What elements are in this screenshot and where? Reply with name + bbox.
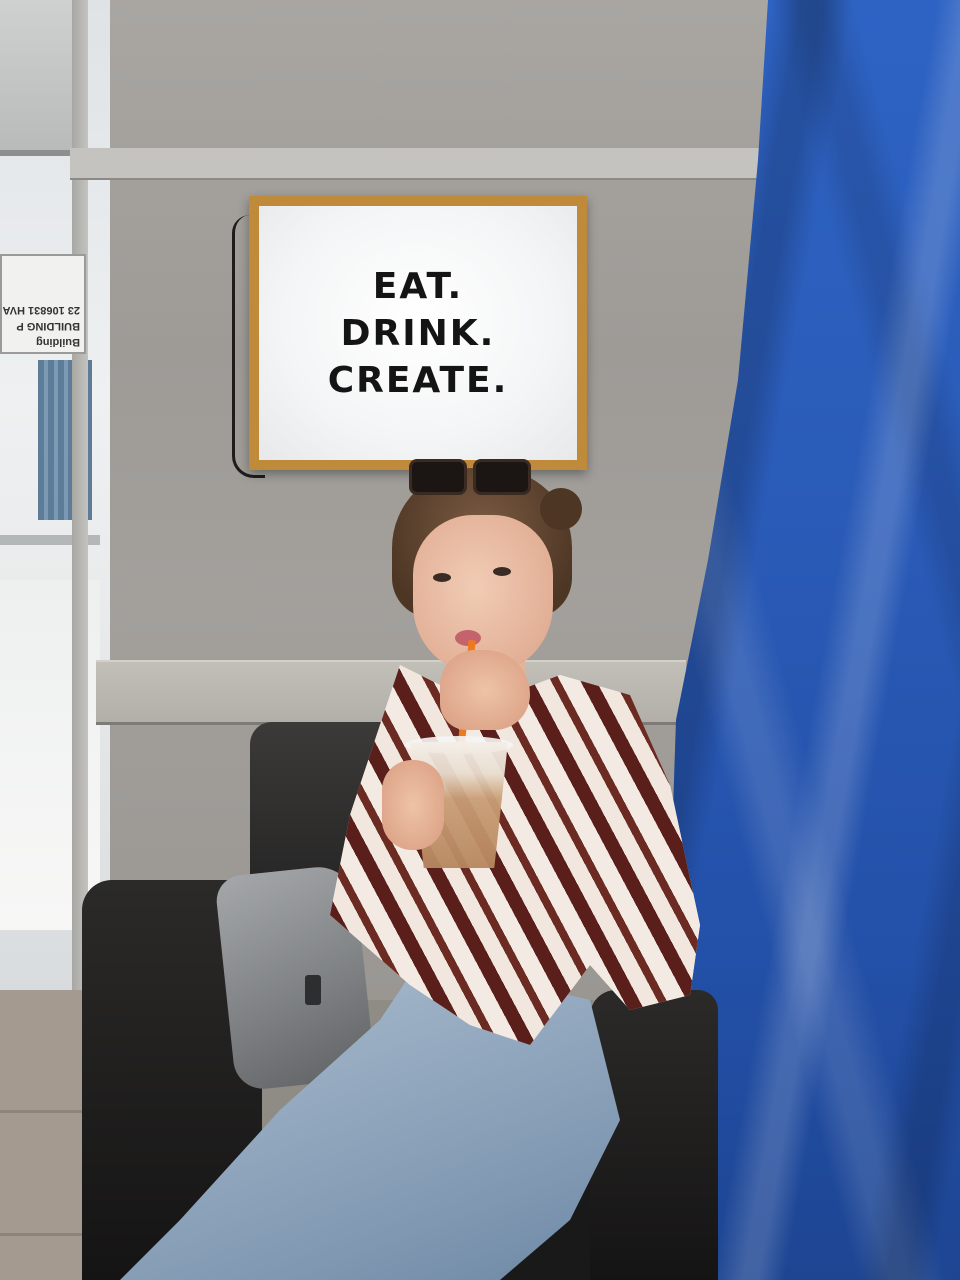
sign-line-create: CREATE. <box>327 359 509 401</box>
left-eye <box>433 573 451 582</box>
sunglasses-lens-right <box>473 459 531 495</box>
sign-line-drink: DRINK. <box>340 312 496 354</box>
backpack-zipper <box>305 975 321 1005</box>
lightbox-sign: EAT. DRINK. CREATE. <box>249 196 587 470</box>
right-eye <box>493 567 511 576</box>
sunglasses <box>405 455 535 495</box>
sign-line-eat: EAT. <box>372 265 464 307</box>
right-hand <box>440 650 530 730</box>
hair-bun <box>540 488 582 530</box>
wall-ledge-top <box>70 148 760 180</box>
sunglasses-lens-left <box>409 459 467 495</box>
building-sign-line-2: BUILDING P <box>16 320 80 332</box>
building-permit-sign: Building BUILDING P 23 106831 HVA <box>0 254 86 354</box>
window-frame-top <box>0 0 78 156</box>
building-sign-line-3: 23 106831 HVA <box>2 304 80 316</box>
building-sign-line-1: Building <box>36 336 80 348</box>
left-hand <box>382 760 444 850</box>
